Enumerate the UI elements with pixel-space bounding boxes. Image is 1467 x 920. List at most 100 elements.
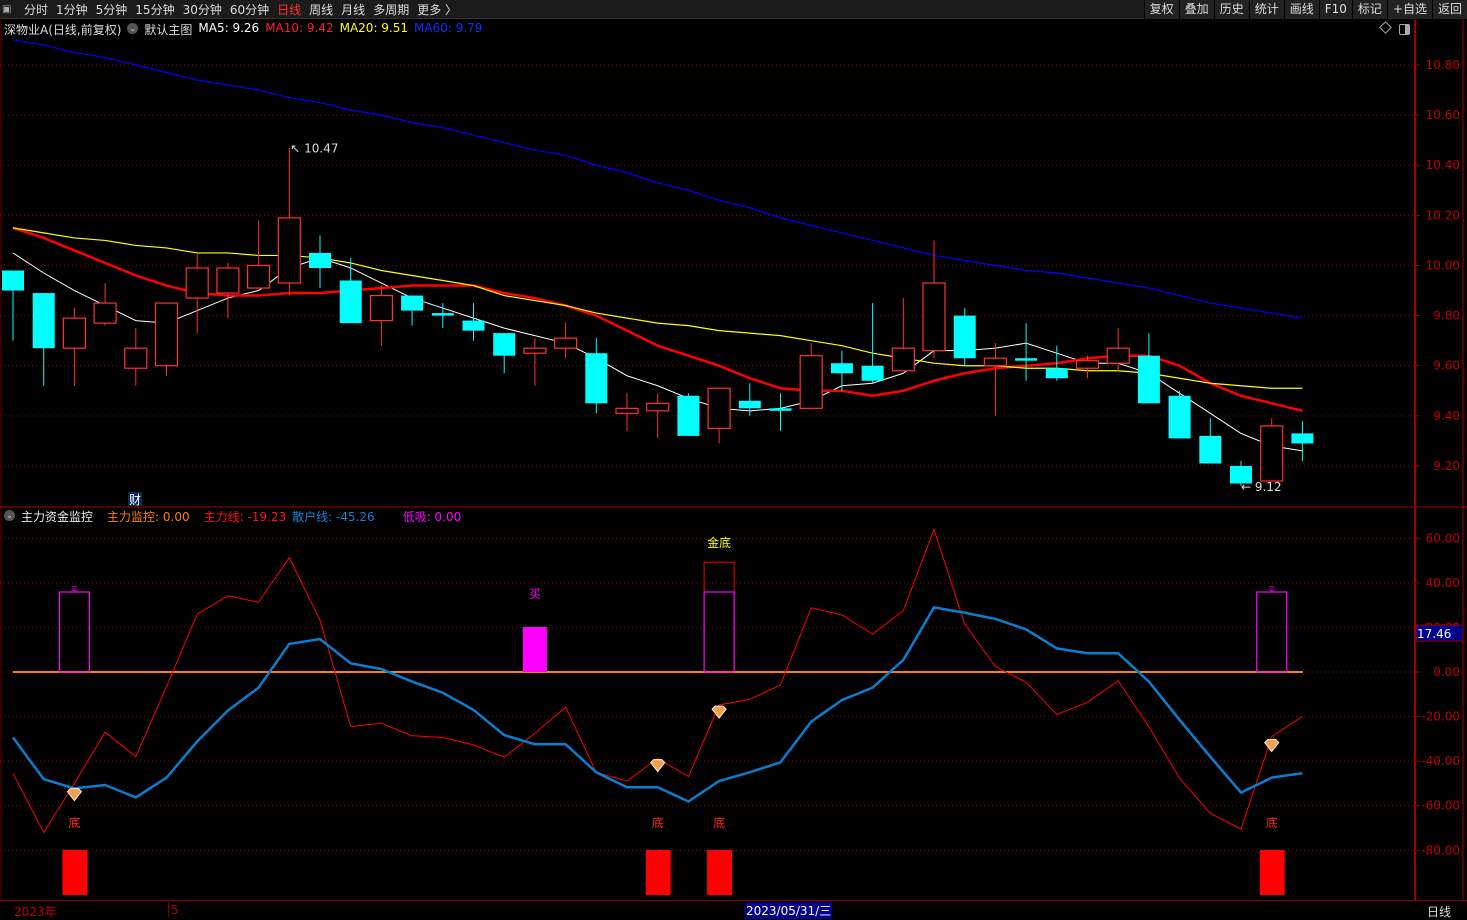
candle-down bbox=[1291, 433, 1314, 444]
price-tick-label: 10.20 bbox=[1426, 208, 1460, 222]
candle-up bbox=[247, 264, 271, 289]
stock-name[interactable]: 深物业A(日线,前复权) bbox=[4, 21, 121, 37]
indicator-tick-label: -80.00 bbox=[1421, 843, 1460, 857]
candle-down bbox=[462, 320, 485, 331]
ma10-line bbox=[12, 226, 1303, 413]
chevron-down-icon[interactable]: ⌄ bbox=[4, 510, 15, 521]
indicator-tick-label: -60.00 bbox=[1421, 799, 1460, 813]
candle-up bbox=[1075, 360, 1100, 369]
candle-down bbox=[1015, 358, 1038, 361]
buy-label: 买 bbox=[71, 586, 78, 594]
candle-down bbox=[339, 280, 362, 324]
bottom-signal-bar bbox=[645, 850, 671, 895]
ma10-value: MA10: 9.42 bbox=[265, 21, 334, 35]
price-tick-label: 10.80 bbox=[1426, 58, 1460, 72]
candle-down bbox=[32, 293, 55, 349]
diamond-icon bbox=[66, 788, 83, 802]
candle-up bbox=[922, 282, 946, 352]
candle-up bbox=[185, 267, 209, 299]
candle-up bbox=[553, 337, 578, 349]
chart-canvas[interactable]: 10.80 10.60 10.40 10.20 10.00 9.80 9.60 9.40 9.2… bbox=[0, 0, 1467, 918]
candle-up bbox=[154, 302, 179, 367]
candle-down bbox=[769, 408, 792, 411]
monitor-outer-bar bbox=[703, 561, 735, 673]
low-price-label: ← 9.12 bbox=[1241, 480, 1282, 494]
bottom-signal-bar bbox=[62, 850, 88, 895]
indicator-tick-label: -20.00 bbox=[1421, 710, 1460, 724]
price-tick-label: 10.40 bbox=[1426, 158, 1460, 172]
candle-up bbox=[277, 217, 301, 284]
candle-down bbox=[309, 252, 331, 268]
cursor-date: 2023/05/31/三 bbox=[745, 902, 833, 919]
price-tick-label: 9.40 bbox=[1433, 409, 1460, 423]
candle-up bbox=[62, 317, 87, 349]
candle-down bbox=[401, 295, 424, 311]
diamond-icon bbox=[1264, 739, 1280, 753]
year-label: 2023年 bbox=[14, 905, 57, 919]
bottom-label: 底 bbox=[1266, 815, 1278, 830]
indicator-tick-label: -40.00 bbox=[1421, 754, 1460, 768]
price-tick-label: 9.80 bbox=[1433, 309, 1460, 323]
finance-label: 财 bbox=[129, 493, 141, 507]
price-tick-label: 9.60 bbox=[1433, 359, 1460, 373]
price-tick-label: 10.60 bbox=[1426, 108, 1460, 122]
price-tick-label: 9.20 bbox=[1433, 459, 1460, 473]
candle-down bbox=[830, 363, 853, 374]
indicator-name[interactable]: 主力资金监控 bbox=[21, 508, 93, 524]
indicator-tick-label: 40.00 bbox=[1426, 576, 1460, 590]
chevron-down-icon[interactable]: ⌄ bbox=[127, 23, 139, 34]
candle-down bbox=[493, 333, 516, 356]
ma20-line bbox=[12, 227, 1303, 389]
main-chart-legend: 深物业A(日线,前复权) ⌄ 默认主图 MA5: 9.26 MA10: 9.42… bbox=[4, 21, 482, 37]
monitor-bar bbox=[58, 591, 91, 673]
candle-down bbox=[953, 315, 976, 359]
bottom-signal-bar bbox=[1259, 850, 1285, 895]
indicator-tick-label: 60.00 bbox=[1426, 531, 1460, 545]
candle-up bbox=[891, 347, 915, 372]
candle-down bbox=[2, 270, 24, 291]
candle-up bbox=[1260, 425, 1284, 482]
bottom-signal-bar bbox=[707, 850, 733, 895]
price-tick-label: 10.00 bbox=[1426, 258, 1460, 272]
panel-toggle-icon[interactable] bbox=[1399, 24, 1410, 35]
candle-up bbox=[93, 302, 117, 324]
candle-down bbox=[1137, 355, 1160, 404]
candle-up bbox=[707, 387, 731, 429]
monitor-bar bbox=[1256, 591, 1288, 673]
candle-up bbox=[523, 347, 547, 354]
candle-down bbox=[738, 400, 761, 409]
candle-up bbox=[216, 267, 240, 294]
candle-down bbox=[585, 353, 608, 404]
indicator-tick-label: 0.00 bbox=[1433, 665, 1460, 679]
candle-down bbox=[431, 313, 454, 316]
cursor-value-label: 17.46 bbox=[1417, 627, 1451, 641]
low-buy-value: 低吸: 0.00 bbox=[402, 510, 462, 524]
candle-up bbox=[124, 347, 148, 369]
candle-up bbox=[1106, 347, 1130, 364]
diamond-icon bbox=[650, 759, 666, 773]
bottom-label: 底 bbox=[713, 815, 725, 830]
ma60-value: MA60: 9.79 bbox=[414, 21, 483, 35]
retail-line-value: 散户线: -45.26 bbox=[292, 510, 375, 524]
bottom-label: 底 bbox=[68, 815, 80, 830]
monitor-value: 主力监控: 0.00 bbox=[107, 510, 190, 524]
candle-up bbox=[983, 357, 1008, 367]
candle-up bbox=[369, 294, 393, 322]
ma5-value: MA5: 9.26 bbox=[198, 21, 260, 35]
candle-down bbox=[677, 395, 700, 436]
template-name[interactable]: 默认主图 bbox=[144, 21, 192, 37]
candle-down bbox=[1045, 368, 1068, 379]
buy-label: 买 bbox=[529, 587, 541, 601]
candle-down bbox=[861, 365, 884, 381]
month-label: 5 bbox=[168, 903, 179, 917]
candle-down bbox=[1199, 435, 1222, 464]
bottom-label: 底 bbox=[652, 815, 664, 830]
monitor-bar bbox=[703, 591, 735, 673]
gold-bottom-label: 金底 bbox=[707, 535, 731, 550]
low-buy-bar bbox=[522, 626, 547, 672]
high-price-label: ↖ 10.47 bbox=[290, 142, 338, 156]
period-label[interactable]: 日线 bbox=[1427, 903, 1451, 920]
time-axis: 2023年 5 2023/05/31/三 日线 bbox=[0, 900, 1467, 920]
candle-up bbox=[646, 402, 670, 412]
candle-up bbox=[799, 355, 823, 409]
